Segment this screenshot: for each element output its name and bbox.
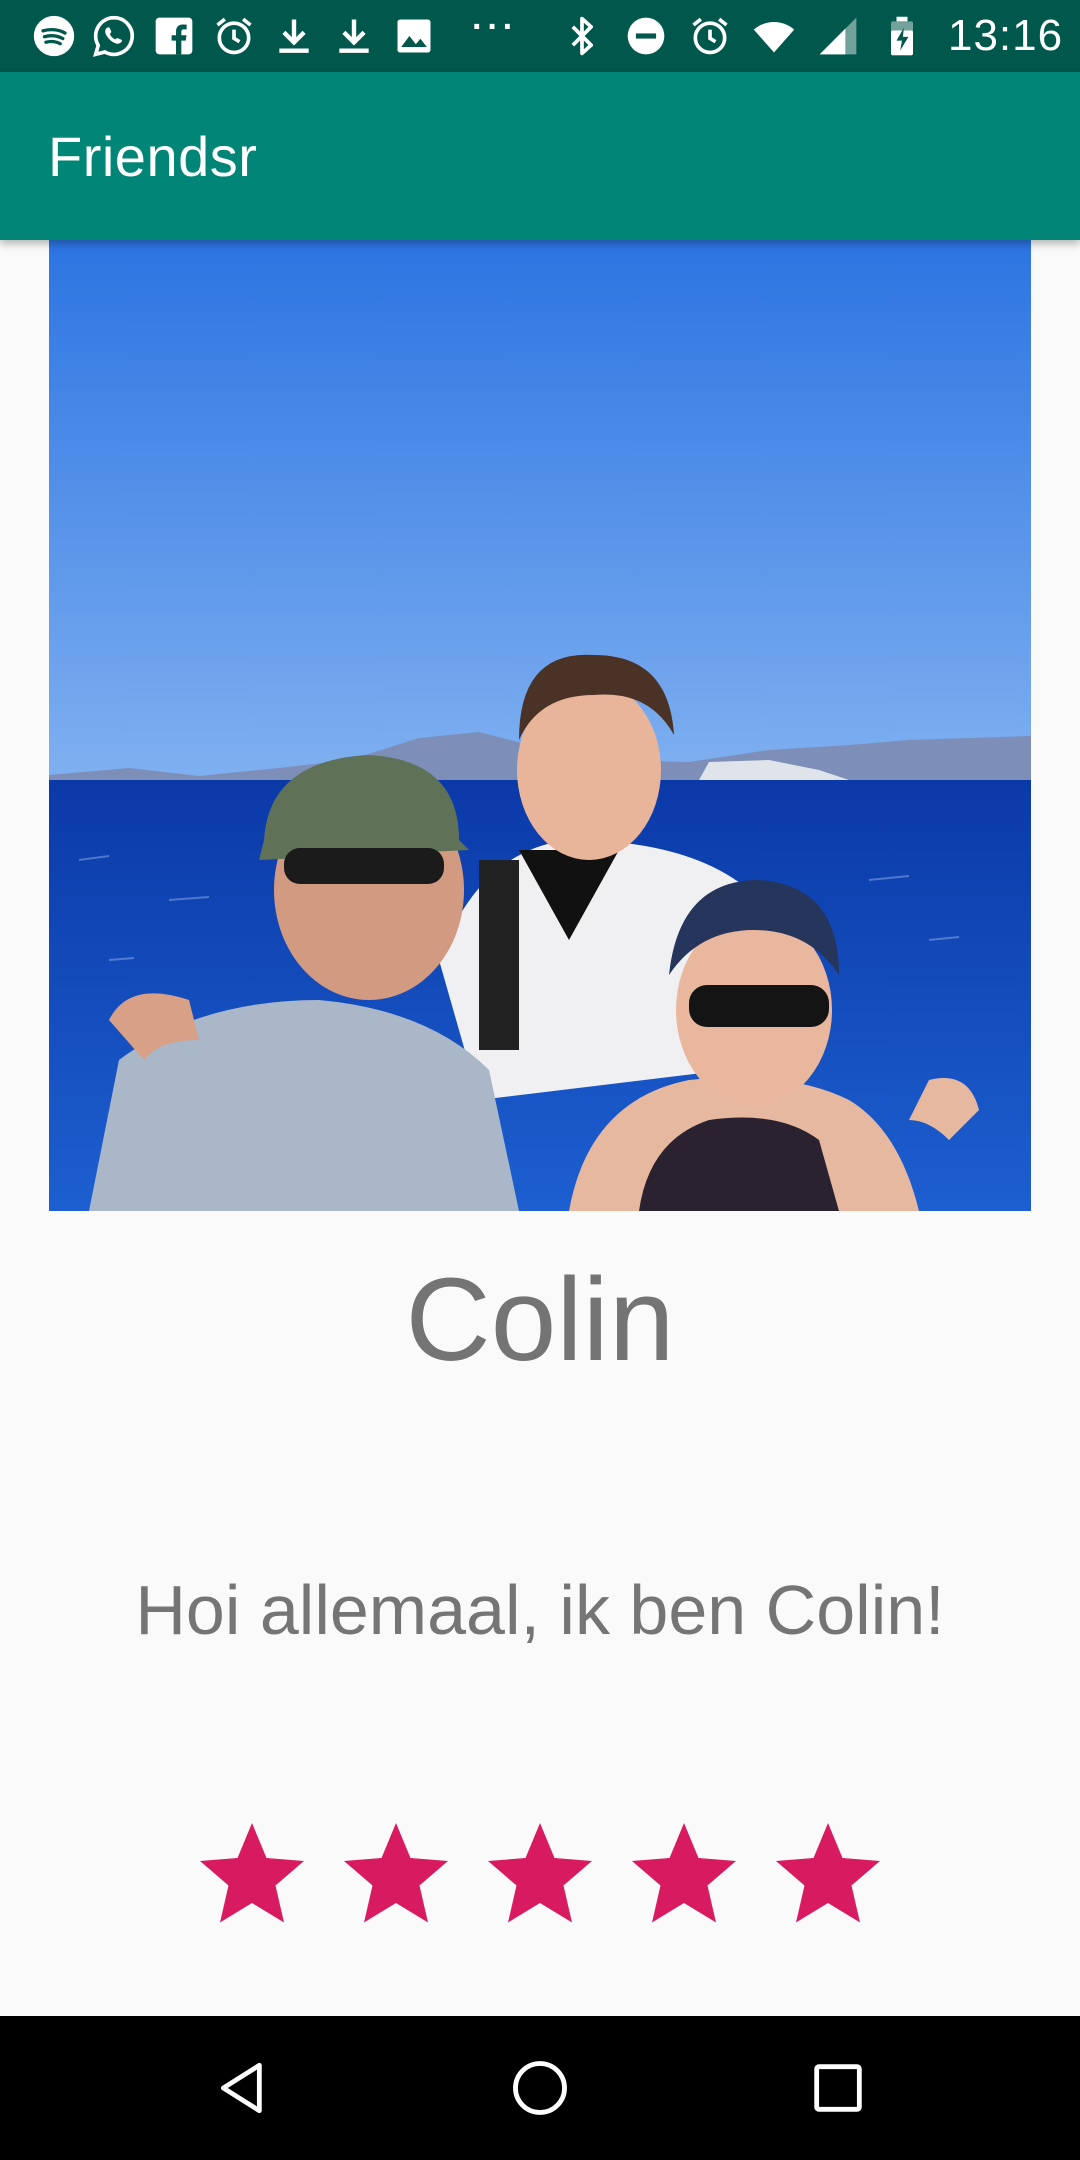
image-icon [390,12,438,60]
alarm-icon [686,12,734,60]
star-icon[interactable] [766,1815,890,1935]
home-icon [513,2061,567,2115]
screen: ··· 13:16 Friendsr Colin Hoi allemaal, i… [0,0,1080,2160]
bluetooth-icon [558,12,606,60]
back-icon [220,2062,262,2114]
app-title: Friendsr [48,124,258,188]
app-bar: Friendsr [0,72,1080,240]
star-icon[interactable] [478,1815,602,1935]
facebook-icon [150,12,198,60]
signal-icon [814,12,862,60]
star-icon[interactable] [622,1815,746,1935]
alarm-icon [210,12,258,60]
status-bar: ··· 13:16 [0,0,1080,72]
clock: 13:16 [947,11,1064,60]
star-icon[interactable] [334,1815,458,1935]
battery-charging-icon [878,12,926,60]
do-not-disturb-icon [622,12,670,60]
notification-icons: ··· [30,0,558,72]
spotify-icon [30,12,78,60]
whatsapp-icon [90,12,138,60]
wifi-icon [750,12,798,60]
star-icon[interactable] [190,1815,314,1935]
download-icon [330,12,378,60]
recents-button[interactable] [802,2052,874,2124]
navigation-bar [0,2016,1080,2160]
back-button[interactable] [206,2052,278,2124]
recents-icon [814,2064,862,2112]
rating-bar[interactable] [190,1815,890,1935]
download-icon [270,12,318,60]
friend-bio: Hoi allemaal, ik ben Colin! [135,1571,945,1649]
friend-name: Colin [405,1254,675,1386]
more-notifications-icon: ··· [472,8,518,46]
home-button[interactable] [504,2052,576,2124]
profile-photo [49,240,1031,1211]
system-icons: 13:16 [558,0,1063,72]
